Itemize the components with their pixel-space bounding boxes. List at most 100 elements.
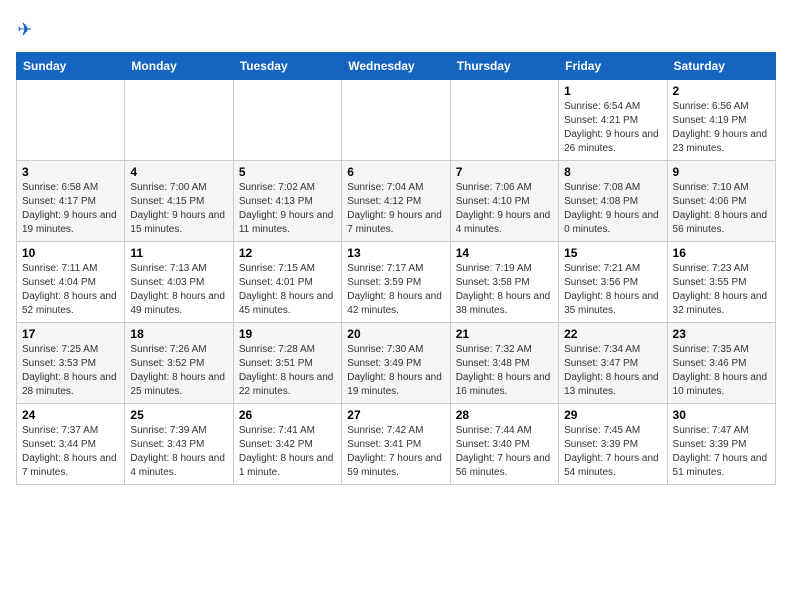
day-info: Sunrise: 7:41 AM Sunset: 3:42 PM Dayligh… [239,424,336,480]
day-info: Sunrise: 7:19 AM Sunset: 3:58 PM Dayligh… [456,262,553,318]
day-info: Sunrise: 7:45 AM Sunset: 3:39 PM Dayligh… [564,424,661,480]
calendar-cell: 4Sunrise: 7:00 AM Sunset: 4:15 PM Daylig… [125,161,233,242]
day-info: Sunrise: 7:08 AM Sunset: 4:08 PM Dayligh… [564,181,661,237]
calendar-header-saturday: Saturday [667,53,775,80]
svg-text:✈: ✈ [17,20,32,40]
day-number: 24 [22,408,119,422]
calendar-cell: 6 Sunrise: 7:04 AM Sunset: 4:12 PM Daylig… [342,161,450,242]
calendar-cell: 23 Sunrise: 7:35 AM Sunset: 3:46 PM Dayli… [667,323,775,404]
day-number: 18 [130,327,227,341]
day-number: 6 [347,165,444,179]
day-info: Sunrise: 7:13 AM Sunset: 4:03 PM Dayligh… [130,262,227,318]
day-info: Sunrise: 7:10 AM Sunset: 4:06 PM Dayligh… [673,181,770,237]
calendar-cell: 5 Sunrise: 7:02 AM Sunset: 4:13 PM Daylig… [233,161,341,242]
calendar-week-row: 10 Sunrise: 7:11 AM Sunset: 4:04 PM Dayli… [17,242,776,323]
calendar-week-row: 1Sunrise: 6:54 AM Sunset: 4:21 PM Daylig… [17,80,776,161]
calendar-cell [233,80,341,161]
day-info: Sunrise: 7:25 AM Sunset: 3:53 PM Dayligh… [22,343,119,399]
day-info: Sunrise: 7:11 AM Sunset: 4:04 PM Dayligh… [22,262,119,318]
calendar-cell [125,80,233,161]
day-number: 12 [239,246,336,260]
calendar-cell: 30 Sunrise: 7:47 AM Sunset: 3:39 PM Dayli… [667,404,775,485]
day-number: 9 [673,165,770,179]
calendar-header-tuesday: Tuesday [233,53,341,80]
day-number: 5 [239,165,336,179]
calendar-cell: 10 Sunrise: 7:11 AM Sunset: 4:04 PM Dayli… [17,242,125,323]
day-number: 22 [564,327,661,341]
day-number: 23 [673,327,770,341]
day-info: Sunrise: 7:28 AM Sunset: 3:51 PM Dayligh… [239,343,336,399]
calendar-header-thursday: Thursday [450,53,558,80]
calendar-cell: 22 Sunrise: 7:34 AM Sunset: 3:47 PM Dayli… [559,323,667,404]
calendar-cell: 16 Sunrise: 7:23 AM Sunset: 3:55 PM Dayli… [667,242,775,323]
day-number: 28 [456,408,553,422]
day-info: Sunrise: 7:39 AM Sunset: 3:43 PM Dayligh… [130,424,227,480]
calendar-cell: 29 Sunrise: 7:45 AM Sunset: 3:39 PM Dayli… [559,404,667,485]
logo-icon: ✈ [16,16,44,44]
day-info: Sunrise: 7:47 AM Sunset: 3:39 PM Dayligh… [673,424,770,480]
day-info: Sunrise: 6:58 AM Sunset: 4:17 PM Dayligh… [22,181,119,237]
day-number: 8 [564,165,661,179]
day-number: 29 [564,408,661,422]
calendar-header-sunday: Sunday [17,53,125,80]
calendar-cell [450,80,558,161]
day-info: Sunrise: 7:15 AM Sunset: 4:01 PM Dayligh… [239,262,336,318]
calendar-cell: 7 Sunrise: 7:06 AM Sunset: 4:10 PM Daylig… [450,161,558,242]
day-number: 10 [22,246,119,260]
calendar-cell: 20 Sunrise: 7:30 AM Sunset: 3:49 PM Dayli… [342,323,450,404]
day-number: 30 [673,408,770,422]
calendar-cell: 26 Sunrise: 7:41 AM Sunset: 3:42 PM Dayli… [233,404,341,485]
day-number: 27 [347,408,444,422]
day-number: 11 [130,246,227,260]
day-info: Sunrise: 7:35 AM Sunset: 3:46 PM Dayligh… [673,343,770,399]
day-info: Sunrise: 7:44 AM Sunset: 3:40 PM Dayligh… [456,424,553,480]
calendar-cell [17,80,125,161]
calendar-week-row: 3 Sunrise: 6:58 AM Sunset: 4:17 PM Daylig… [17,161,776,242]
calendar-cell [342,80,450,161]
day-info: Sunrise: 7:21 AM Sunset: 3:56 PM Dayligh… [564,262,661,318]
calendar: SundayMondayTuesdayWednesdayThursdayFrid… [16,52,776,485]
calendar-week-row: 17Sunrise: 7:25 AM Sunset: 3:53 PM Dayli… [17,323,776,404]
day-number: 3 [22,165,119,179]
day-info: Sunrise: 7:06 AM Sunset: 4:10 PM Dayligh… [456,181,553,237]
calendar-cell: 25 Sunrise: 7:39 AM Sunset: 3:43 PM Dayli… [125,404,233,485]
day-info: Sunrise: 7:30 AM Sunset: 3:49 PM Dayligh… [347,343,444,399]
header: ✈ [16,16,776,44]
day-info: Sunrise: 7:04 AM Sunset: 4:12 PM Dayligh… [347,181,444,237]
calendar-cell: 17Sunrise: 7:25 AM Sunset: 3:53 PM Dayli… [17,323,125,404]
calendar-cell: 24 Sunrise: 7:37 AM Sunset: 3:44 PM Dayli… [17,404,125,485]
calendar-cell: 11 Sunrise: 7:13 AM Sunset: 4:03 PM Dayli… [125,242,233,323]
calendar-cell: 8 Sunrise: 7:08 AM Sunset: 4:08 PM Daylig… [559,161,667,242]
day-info: Sunrise: 7:34 AM Sunset: 3:47 PM Dayligh… [564,343,661,399]
day-number: 15 [564,246,661,260]
day-number: 1 [564,84,661,98]
calendar-cell: 14Sunrise: 7:19 AM Sunset: 3:58 PM Dayli… [450,242,558,323]
calendar-header-friday: Friday [559,53,667,80]
day-info: Sunrise: 7:42 AM Sunset: 3:41 PM Dayligh… [347,424,444,480]
day-number: 16 [673,246,770,260]
day-info: Sunrise: 7:32 AM Sunset: 3:48 PM Dayligh… [456,343,553,399]
day-info: Sunrise: 7:17 AM Sunset: 3:59 PM Dayligh… [347,262,444,318]
day-number: 19 [239,327,336,341]
calendar-cell: 21 Sunrise: 7:32 AM Sunset: 3:48 PM Dayli… [450,323,558,404]
day-number: 26 [239,408,336,422]
day-info: Sunrise: 7:23 AM Sunset: 3:55 PM Dayligh… [673,262,770,318]
day-number: 7 [456,165,553,179]
logo: ✈ [16,16,48,44]
day-info: Sunrise: 7:02 AM Sunset: 4:13 PM Dayligh… [239,181,336,237]
day-info: Sunrise: 7:26 AM Sunset: 3:52 PM Dayligh… [130,343,227,399]
day-info: Sunrise: 7:00 AM Sunset: 4:15 PM Dayligh… [130,181,227,237]
day-number: 21 [456,327,553,341]
day-info: Sunrise: 6:56 AM Sunset: 4:19 PM Dayligh… [673,100,770,156]
day-info: Sunrise: 7:37 AM Sunset: 3:44 PM Dayligh… [22,424,119,480]
calendar-week-row: 24 Sunrise: 7:37 AM Sunset: 3:44 PM Dayli… [17,404,776,485]
calendar-cell: 1Sunrise: 6:54 AM Sunset: 4:21 PM Daylig… [559,80,667,161]
calendar-cell: 15 Sunrise: 7:21 AM Sunset: 3:56 PM Dayli… [559,242,667,323]
calendar-header-monday: Monday [125,53,233,80]
calendar-cell: 3 Sunrise: 6:58 AM Sunset: 4:17 PM Daylig… [17,161,125,242]
calendar-cell: 18 Sunrise: 7:26 AM Sunset: 3:52 PM Dayli… [125,323,233,404]
day-number: 20 [347,327,444,341]
day-number: 25 [130,408,227,422]
calendar-cell: 13Sunrise: 7:17 AM Sunset: 3:59 PM Dayli… [342,242,450,323]
day-number: 2 [673,84,770,98]
